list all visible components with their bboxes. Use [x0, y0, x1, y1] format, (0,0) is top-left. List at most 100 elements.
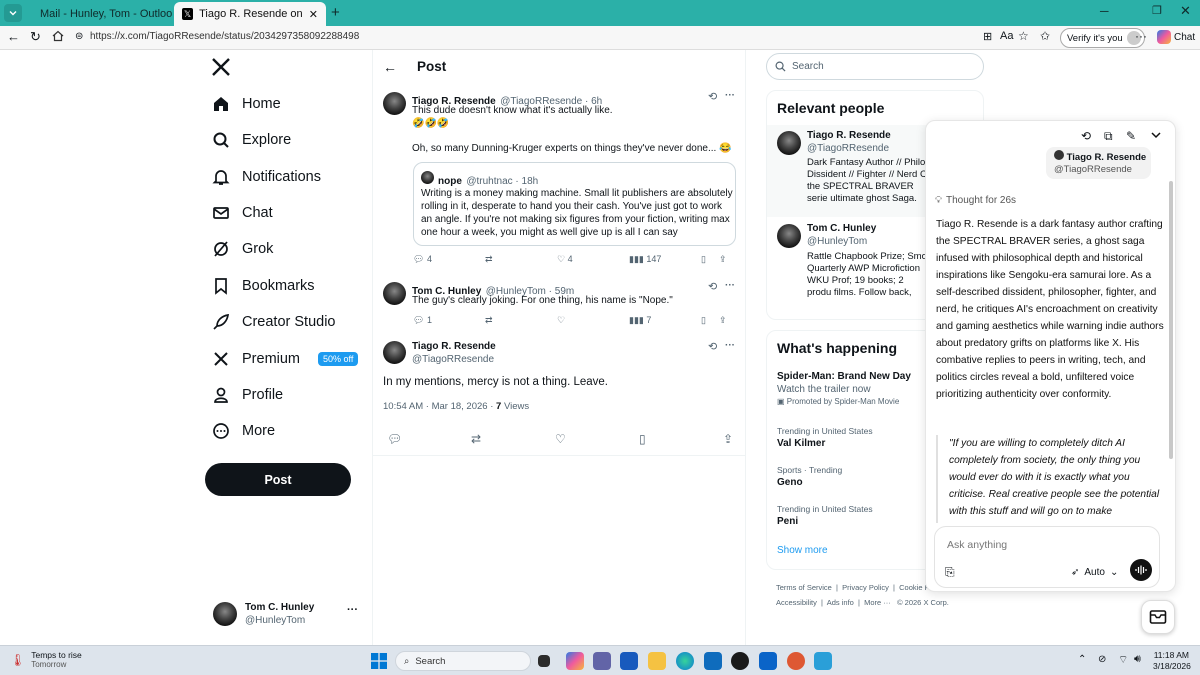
- calculator-icon[interactable]: [814, 652, 832, 670]
- back-icon[interactable]: ←: [7, 29, 20, 44]
- voice-button[interactable]: [1130, 559, 1152, 581]
- footer-link[interactable]: Ads info: [827, 598, 854, 607]
- app-available-icon[interactable]: ⊞: [983, 30, 992, 43]
- settings-more-icon[interactable]: ···: [1135, 29, 1147, 43]
- show-more-link[interactable]: Show more: [777, 545, 828, 556]
- maximize-button[interactable]: ❐: [1152, 4, 1162, 17]
- more-dots-icon[interactable]: ···: [725, 280, 735, 291]
- outlook-icon[interactable]: [759, 652, 777, 670]
- search-input[interactable]: Search: [792, 61, 824, 72]
- minimize-button[interactable]: ─: [1100, 4, 1109, 18]
- url-field[interactable]: https://x.com/TiagoRResende/status/20342…: [90, 31, 359, 42]
- back-arrow-icon[interactable]: ←: [383, 59, 397, 75]
- grok-explain-icon[interactable]: ⟲: [708, 280, 717, 293]
- reply-button[interactable]: 💬︎ 1: [413, 315, 485, 326]
- copilot-chat-button[interactable]: Chat: [1157, 30, 1195, 44]
- share-icon[interactable]: ⇪: [719, 254, 727, 265]
- repost-button[interactable]: ⇄: [485, 315, 557, 326]
- grok-explain-icon[interactable]: ⟲: [708, 90, 717, 103]
- weather-widget[interactable]: 🌡︎ Temps to rise Tomorrow: [10, 650, 82, 669]
- teams-icon[interactable]: [593, 652, 611, 670]
- footer-link[interactable]: More ···: [864, 598, 891, 607]
- messages-fab[interactable]: [1141, 600, 1175, 634]
- trend-item[interactable]: Spider-Man: Brand New Day Watch the trai…: [777, 371, 927, 406]
- wifi-icon[interactable]: ⌔: [1118, 653, 1128, 667]
- repost-button[interactable]: ⇄: [471, 432, 555, 446]
- refresh-icon[interactable]: ↻: [30, 29, 41, 45]
- edge-icon[interactable]: [676, 652, 694, 670]
- footer-link[interactable]: Terms of Service: [776, 583, 832, 592]
- bookmark-icon[interactable]: ▯: [639, 432, 723, 446]
- share-icon[interactable]: ⇪: [723, 432, 733, 446]
- new-tab-button[interactable]: +: [331, 4, 340, 21]
- read-aloud-icon[interactable]: Aa: [1000, 30, 1013, 42]
- more-dots-icon[interactable]: ···: [725, 90, 735, 101]
- bookmark-icon[interactable]: ▯: [701, 254, 719, 265]
- tab-outlook[interactable]: Mail - Hunley, Tom - Outlook: [26, 2, 172, 26]
- sidebar-item-notifications[interactable]: Notifications: [212, 162, 321, 192]
- sidebar-item-explore[interactable]: Explore: [212, 125, 291, 155]
- trend-item[interactable]: Trending in United States Val Kilmer: [777, 426, 873, 449]
- trend-item[interactable]: Trending in United States Peni: [777, 504, 873, 527]
- repost-button[interactable]: ⇄: [485, 254, 557, 265]
- grok-input[interactable]: Ask anything: [947, 539, 1007, 551]
- share-icon[interactable]: ⇪: [719, 315, 727, 326]
- like-button[interactable]: ♡: [555, 432, 639, 446]
- views-button[interactable]: ▮▮▮ 7: [629, 315, 701, 326]
- views-button[interactable]: ▮▮▮ 147: [629, 254, 701, 265]
- word-icon[interactable]: [620, 652, 638, 670]
- sidebar-item-home[interactable]: Home: [212, 89, 281, 119]
- file-explorer-icon[interactable]: [648, 652, 666, 670]
- history-icon[interactable]: ⟲: [1081, 129, 1091, 143]
- collections-icon[interactable]: ✩: [1040, 29, 1050, 43]
- tab-actions-button[interactable]: [4, 4, 22, 22]
- bookmark-icon[interactable]: ▯: [701, 315, 719, 326]
- verify-profile-button[interactable]: Verify it's you: [1060, 28, 1145, 48]
- sidebar-item-bookmarks[interactable]: Bookmarks: [212, 271, 315, 301]
- chevron-down-icon[interactable]: [1150, 129, 1162, 141]
- mode-selector[interactable]: ➶ Auto ⌄: [1071, 567, 1118, 578]
- copilot-icon[interactable]: [566, 652, 584, 670]
- x-logo-icon[interactable]: [211, 57, 231, 77]
- more-dots-icon[interactable]: ···: [347, 604, 358, 616]
- footer-link[interactable]: Privacy Policy: [842, 583, 889, 592]
- reply-button[interactable]: 💬︎ 4: [413, 254, 485, 265]
- favorite-star-icon[interactable]: ☆: [1018, 29, 1029, 43]
- footer-link[interactable]: Accessibility: [776, 598, 817, 607]
- tweet-2[interactable]: Tom C. Hunley @HunleyTom · 59m ⟲ ··· The…: [373, 274, 745, 334]
- sidebar-item-premium[interactable]: Premium 50% off: [212, 344, 359, 374]
- sidebar-item-grok[interactable]: Grok: [212, 234, 273, 264]
- taskbar-search[interactable]: ⌕ Search: [395, 651, 531, 671]
- show-hidden-icons[interactable]: ⌃: [1078, 654, 1086, 665]
- like-button[interactable]: ♡: [557, 315, 629, 326]
- more-dots-icon[interactable]: ···: [725, 340, 735, 351]
- scrollbar[interactable]: [1169, 181, 1173, 459]
- tab-x-post[interactable]: 𝕏 Tiago R. Resende on X: "@Hunley ✕: [174, 2, 326, 26]
- thought-indicator[interactable]: 💡︎ Thought for 26s: [935, 195, 1016, 206]
- site-info-icon[interactable]: ⊜: [75, 31, 83, 42]
- sidebar-item-creator-studio[interactable]: Creator Studio: [212, 307, 336, 337]
- dell-icon[interactable]: [731, 652, 749, 670]
- sidebar-item-more[interactable]: More: [212, 416, 275, 446]
- start-button[interactable]: [371, 653, 387, 669]
- sidebar-item-chat[interactable]: Chat: [212, 198, 273, 228]
- edit-icon[interactable]: ✎: [1126, 129, 1136, 143]
- close-window-button[interactable]: ✕: [1180, 3, 1191, 19]
- tweet-1[interactable]: Tiago R. Resende @TiagoRResende · 6h ⟲ ·…: [373, 84, 745, 274]
- network-icon[interactable]: ⊘: [1098, 654, 1106, 665]
- trend-item[interactable]: Sports · Trending Geno: [777, 465, 842, 488]
- grok-explain-icon[interactable]: ⟲: [708, 340, 717, 353]
- duckduckgo-icon[interactable]: [787, 652, 805, 670]
- grok-input-box[interactable]: Ask anything ⎘ ➶ Auto ⌄: [934, 526, 1160, 588]
- reply-button[interactable]: 💬︎: [387, 432, 471, 446]
- account-switcher[interactable]: Tom C. Hunley @HunleyTom ···: [211, 600, 361, 632]
- volume-icon[interactable]: 🔊︎: [1134, 653, 1141, 666]
- sidebar-item-profile[interactable]: Profile: [212, 380, 283, 410]
- like-button[interactable]: ♡ 4: [557, 254, 629, 265]
- close-icon[interactable]: ✕: [309, 8, 318, 21]
- task-view-icon[interactable]: [538, 655, 550, 667]
- search-box[interactable]: Search: [766, 53, 984, 80]
- new-chat-icon[interactable]: ⧉: [1104, 129, 1113, 144]
- attach-icon[interactable]: ⎘: [945, 565, 955, 580]
- clock[interactable]: 11:18 AM 3/18/2026: [1153, 650, 1191, 672]
